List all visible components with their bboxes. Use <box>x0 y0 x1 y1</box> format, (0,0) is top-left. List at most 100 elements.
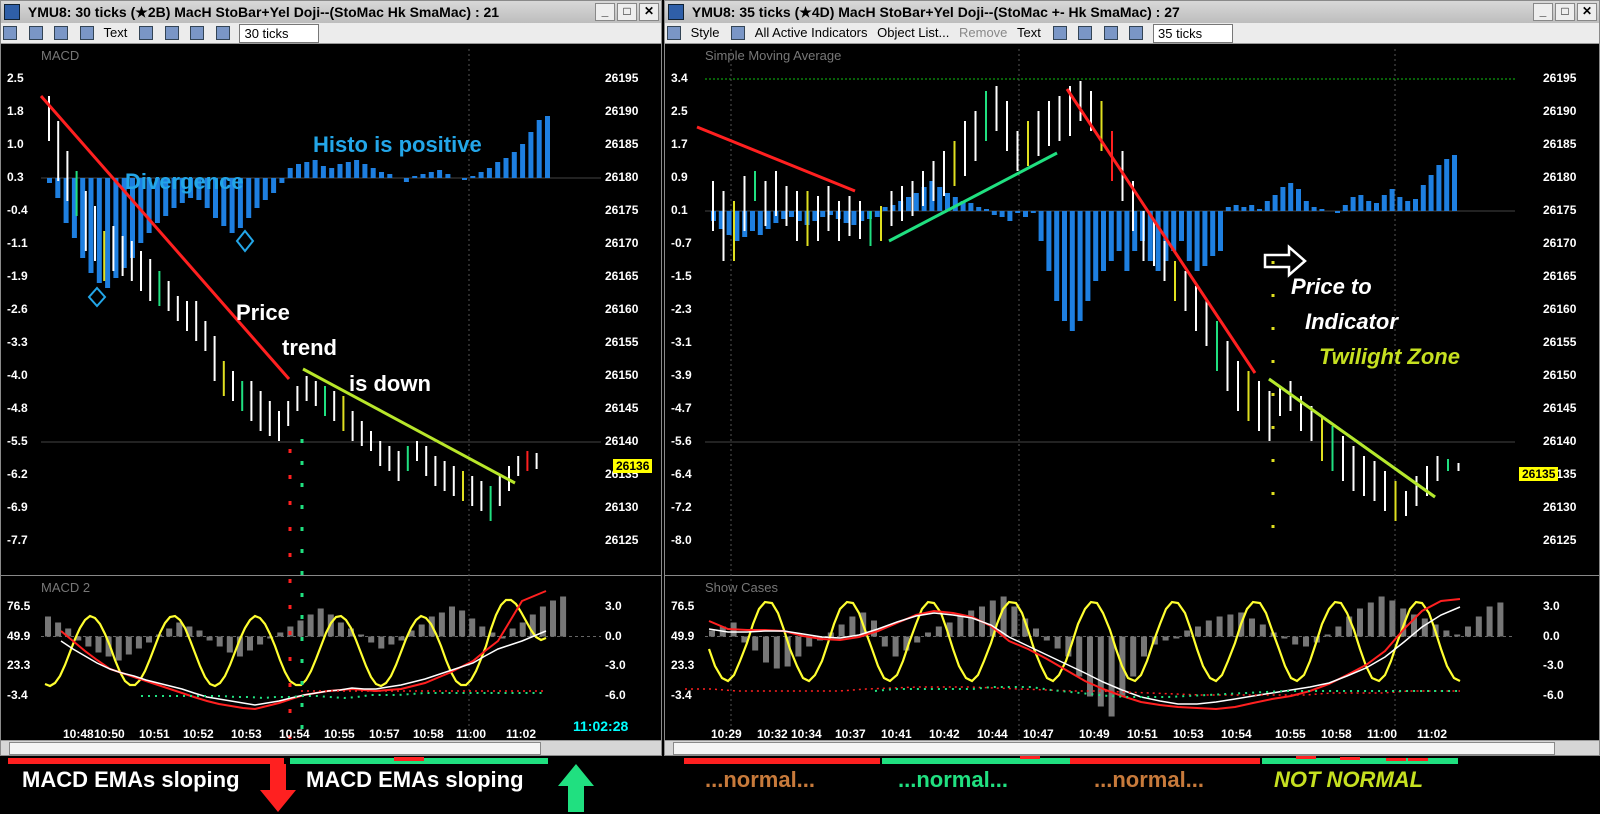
histogram-bar <box>1124 211 1130 271</box>
histogram-bar <box>1311 207 1317 211</box>
label-macd-emas-sloping-up: MACD EMAs sloping <box>306 767 524 792</box>
arrow-down-icon <box>260 764 296 812</box>
histogram-bar <box>750 211 755 231</box>
histogram-bar <box>279 178 285 183</box>
histogram-bar <box>486 168 492 178</box>
right-scrollbar[interactable] <box>665 740 1599 755</box>
price-panel-left-tick: -3.3 <box>7 335 28 349</box>
regime-bar-red <box>684 758 880 764</box>
histogram-bar <box>1194 211 1200 271</box>
histogram-bar <box>105 178 111 288</box>
time-axis-tick: 10:48 <box>63 727 94 741</box>
price-panel-right-tick: 26155 <box>1543 335 1577 349</box>
histogram-bar <box>470 176 476 178</box>
indicator-histogram-bar <box>1465 626 1471 637</box>
histogram-bar <box>47 178 52 183</box>
price-panel-right-tick: 26180 <box>1543 170 1577 184</box>
regime-bar-red-accent <box>1340 757 1360 760</box>
indicator-histogram-bar <box>45 616 51 637</box>
histogram-bar <box>420 174 426 178</box>
indicator-histogram-bar <box>1486 606 1493 637</box>
histogram-bar <box>851 211 857 225</box>
indicator-histogram-bar <box>1141 636 1147 657</box>
left-clock: 11:02:28 <box>573 718 629 734</box>
price-panel-left-tick: -6.4 <box>671 467 692 481</box>
indicator-panel-right-tick: 0.0 <box>605 628 622 643</box>
indicator-histogram-bar <box>166 628 173 637</box>
price-panel-left-tick: -3.1 <box>671 335 692 349</box>
price-panel-right-tick: 26170 <box>605 236 639 250</box>
price-panel-left-tick: -1.5 <box>671 269 692 283</box>
indicator-histogram-bar <box>388 636 395 645</box>
indicator-histogram-bar <box>925 632 931 637</box>
annotation-histo-positive: Histo is positive <box>313 132 482 157</box>
histogram-bar <box>262 178 268 200</box>
trend-line <box>39 95 291 380</box>
indicator-histogram-bar <box>1054 636 1061 649</box>
histogram-bar <box>520 144 526 178</box>
indicator-histogram-bar <box>752 636 759 651</box>
indicator-histogram-bar <box>795 636 802 657</box>
indicator-histogram-bar <box>358 634 365 637</box>
indicator-histogram-bar <box>95 636 102 653</box>
histogram-bar <box>781 211 787 219</box>
regime-bar-red-accent <box>1020 756 1040 759</box>
left-last-price-tag: 26136 <box>613 459 653 473</box>
indicator-histogram-bar <box>1475 616 1482 637</box>
indicator-histogram-bar <box>1033 628 1039 637</box>
price-panel-right-tick: 26195 <box>605 71 639 85</box>
indicator-histogram-bar <box>881 636 888 647</box>
price-panel-left-tick: -4.8 <box>7 401 28 415</box>
trend-line <box>1268 377 1436 499</box>
histogram-bar <box>1280 187 1286 211</box>
indicator-panel-right-tick: -3.0 <box>1543 658 1564 672</box>
arrow-right-icon <box>1263 244 1307 278</box>
right-scroll-thumb[interactable] <box>673 742 1555 755</box>
indicator-histogram-bar <box>1000 596 1007 637</box>
time-axis-tick: 10:51 <box>1127 727 1158 741</box>
histogram-bar <box>1296 189 1301 211</box>
left-chart-canvas[interactable] <box>1 1 662 756</box>
indicator-histogram-bar <box>1443 630 1450 637</box>
price-panel-left-tick: 1.0 <box>7 137 24 151</box>
histogram-bar <box>1350 197 1356 211</box>
price-panel-right-tick: 26190 <box>1543 104 1577 118</box>
time-axis-tick: 10:34 <box>791 727 822 741</box>
left-scrollbar[interactable] <box>1 740 661 755</box>
indicator-panel-left-tick: 76.5 <box>671 599 695 613</box>
histogram-bar <box>428 172 434 178</box>
time-axis-tick: 10:37 <box>835 727 866 741</box>
histogram-bar <box>545 116 550 178</box>
price-panel-left-tick: -6.9 <box>7 500 28 514</box>
dotted-signal-green <box>874 686 1460 698</box>
label-normal-1: ...normal... <box>705 767 816 792</box>
indicator-histogram-bar <box>1303 636 1309 647</box>
histogram-bar <box>1054 211 1060 301</box>
histogram-bar <box>1381 195 1387 211</box>
time-axis-tick: 10:32 <box>757 727 788 741</box>
histogram-bar <box>379 172 384 178</box>
price-panel-left-tick: 2.5 <box>7 71 24 85</box>
histogram-bar <box>1436 165 1442 211</box>
regime-bar-red-accent <box>1408 758 1428 761</box>
histogram-bar <box>254 178 260 208</box>
left-scroll-thumb[interactable] <box>9 742 541 755</box>
indicator-histogram-bar <box>519 622 526 637</box>
histogram-bar <box>1007 211 1013 221</box>
indicator-histogram-bar <box>1205 620 1212 637</box>
regime-bar-red-accent <box>1296 756 1316 759</box>
time-axis-tick: 11:00 <box>1367 727 1398 741</box>
histogram-bar <box>1241 207 1247 211</box>
price-panel-right-tick: 26125 <box>605 533 639 547</box>
price-panel-right-tick: 26185 <box>1543 137 1577 151</box>
histogram-bar <box>913 193 919 211</box>
time-axis-tick: 10:53 <box>1173 727 1204 741</box>
right-chart-canvas[interactable] <box>665 1 1600 756</box>
indicator-histogram-bar <box>1195 626 1201 637</box>
indicator-histogram-bar <box>1097 636 1104 707</box>
histogram-bar <box>1030 211 1036 213</box>
price-panel-right-tick: 26150 <box>1543 368 1577 382</box>
time-axis-tick: 10:58 <box>413 727 444 741</box>
histogram-bar <box>503 158 509 178</box>
time-axis-tick: 10:51 <box>139 727 170 741</box>
